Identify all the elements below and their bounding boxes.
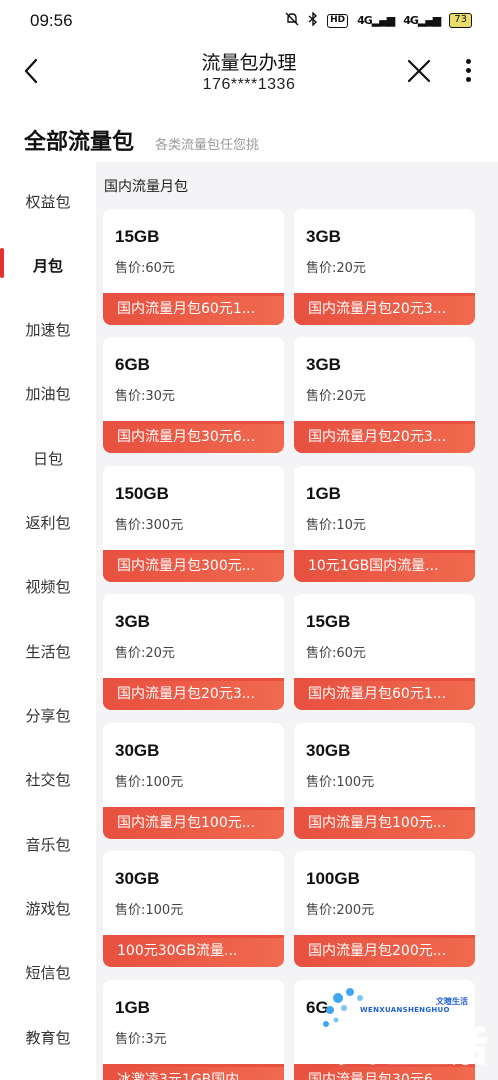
package-price: 售价:200元 bbox=[306, 903, 375, 918]
sidebar-item-education[interactable]: 教育包 bbox=[0, 1018, 96, 1058]
sidebar-item-social[interactable]: 社交包 bbox=[0, 760, 96, 800]
network-label-2: 4G bbox=[403, 14, 419, 27]
package-card[interactable]: 3GB 售价:20元 国内流量月包20元3... bbox=[294, 209, 475, 325]
package-name-banner: 国内流量月包30元6... bbox=[103, 421, 284, 453]
more-vertical-icon bbox=[458, 59, 478, 82]
status-icons: HD 4G▂▄▆ 4G▂▄▆ 73 bbox=[285, 11, 472, 29]
signal-icon-1: 4G▂▄▆ bbox=[357, 14, 395, 27]
package-price: 售价:20元 bbox=[306, 389, 366, 404]
package-size: 100GB bbox=[306, 869, 360, 888]
sidebar-item-daily[interactable]: 日包 bbox=[0, 439, 96, 479]
sidebar-item-rebate[interactable]: 返利包 bbox=[0, 503, 96, 543]
close-icon bbox=[407, 59, 431, 83]
sidebar-item-rights[interactable]: 权益包 bbox=[0, 182, 96, 222]
category-title: 国内流量月包 bbox=[104, 179, 188, 195]
sidebar-item-monthly[interactable]: 月包 bbox=[0, 246, 96, 286]
package-price: 售价:3元 bbox=[115, 1032, 167, 1047]
section-header: 全部流量包 各类流量包任您挑 bbox=[0, 104, 498, 162]
battery-icon: 73 bbox=[449, 13, 472, 28]
package-price: 售价:20元 bbox=[115, 646, 175, 661]
package-price: 售价:60元 bbox=[115, 261, 175, 276]
sidebar-item-music[interactable]: 音乐包 bbox=[0, 825, 96, 865]
package-name-banner: 100元30GB流量... bbox=[103, 935, 284, 967]
package-card[interactable]: 150GB 售价:300元 国内流量月包300元... bbox=[103, 466, 284, 582]
bluetooth-icon bbox=[308, 11, 318, 29]
package-size: 30GB bbox=[306, 741, 351, 760]
status-time: 09:56 bbox=[30, 11, 73, 30]
hd-badge: HD bbox=[327, 13, 349, 28]
package-card[interactable]: 15GB 售价:60元 国内流量月包60元1... bbox=[294, 594, 475, 710]
package-list: 国内流量月包 15GB 售价:60元 国内流量月包60元1... 3GB 售价:… bbox=[96, 162, 498, 1080]
package-card[interactable]: 15GB 售价:60元 国内流量月包60元1... bbox=[103, 209, 284, 325]
section-subtitle: 各类流量包任您挑 bbox=[155, 138, 260, 153]
package-size: 1GB bbox=[115, 998, 150, 1017]
package-card[interactable]: 1GB 售价:3元 冰激凌3元1GB国内... bbox=[103, 980, 284, 1080]
package-name-banner: 国内流量月包100元... bbox=[294, 807, 475, 839]
package-size: 3GB bbox=[306, 355, 341, 374]
package-card[interactable]: 6GB 售价:30元 国内流量月包30元6... bbox=[103, 337, 284, 453]
more-button[interactable] bbox=[458, 56, 478, 88]
mute-icon bbox=[285, 12, 299, 29]
sidebar-item-refuel[interactable]: 加油包 bbox=[0, 374, 96, 414]
watermark-logo: 文暄生活 WENXUANSHENGHUO 文暄生活 bbox=[318, 980, 498, 1080]
network-label-1: 4G bbox=[357, 14, 373, 27]
sidebar-item-sms[interactable]: 短信包 bbox=[0, 953, 96, 993]
package-name-banner: 国内流量月包200元... bbox=[294, 935, 475, 967]
watermark-text: 文暄生活 bbox=[337, 1024, 488, 1070]
package-name-banner: 国内流量月包300元... bbox=[103, 550, 284, 582]
package-name-banner: 国内流量月包100元... bbox=[103, 807, 284, 839]
package-size: 3GB bbox=[306, 227, 341, 246]
package-card[interactable]: 30GB 售价:100元 国内流量月包100元... bbox=[294, 723, 475, 839]
package-price: 售价:100元 bbox=[306, 775, 375, 790]
header: 流量包办理 176****1336 bbox=[0, 40, 498, 104]
package-card[interactable]: 3GB 售价:20元 国内流量月包20元3... bbox=[294, 337, 475, 453]
sidebar-item-video[interactable]: 视频包 bbox=[0, 567, 96, 607]
package-card[interactable]: 1GB 售价:10元 10元1GB国内流量... bbox=[294, 466, 475, 582]
package-size: 15GB bbox=[306, 612, 351, 631]
package-card[interactable]: 30GB 售价:100元 100元30GB流量... bbox=[103, 851, 284, 967]
sidebar-item-life[interactable]: 生活包 bbox=[0, 632, 96, 672]
package-price: 售价:20元 bbox=[306, 261, 366, 276]
package-name-banner: 冰激凌3元1GB国内... bbox=[103, 1064, 284, 1080]
package-name-banner: 国内流量月包20元3... bbox=[103, 678, 284, 710]
package-size: 1GB bbox=[306, 484, 341, 503]
package-price: 售价:100元 bbox=[115, 775, 184, 790]
package-price: 售价:300元 bbox=[115, 518, 184, 533]
package-name-banner: 国内流量月包20元3... bbox=[294, 421, 475, 453]
package-name-banner: 国内流量月包60元1... bbox=[103, 293, 284, 325]
section-title: 全部流量包 bbox=[24, 130, 135, 155]
package-price: 售价:60元 bbox=[306, 646, 366, 661]
package-size: 150GB bbox=[115, 484, 169, 503]
signal-icon-2: 4G▂▄▆ bbox=[403, 14, 441, 27]
package-size: 30GB bbox=[115, 869, 160, 888]
watermark-sub: WENXUANSHENGHUO bbox=[360, 1006, 450, 1014]
package-name-banner: 国内流量月包60元1... bbox=[294, 678, 475, 710]
sidebar-item-game[interactable]: 游戏包 bbox=[0, 889, 96, 929]
close-button[interactable] bbox=[404, 56, 434, 86]
status-bar: 09:56 HD 4G▂▄▆ 4G▂▄▆ 73 bbox=[0, 0, 498, 40]
package-size: 6GB bbox=[115, 355, 150, 374]
package-name-banner: 国内流量月包20元3... bbox=[294, 293, 475, 325]
package-size: 3GB bbox=[115, 612, 150, 631]
sidebar: 权益包 月包 加速包 加油包 日包 返利包 视频包 生活包 分享包 社交包 音乐… bbox=[0, 162, 96, 1080]
package-price: 售价:30元 bbox=[115, 389, 175, 404]
package-size: 30GB bbox=[115, 741, 160, 760]
sidebar-item-speedup[interactable]: 加速包 bbox=[0, 310, 96, 350]
sidebar-item-share[interactable]: 分享包 bbox=[0, 696, 96, 736]
package-size: 15GB bbox=[115, 227, 160, 246]
package-name-banner: 10元1GB国内流量... bbox=[294, 550, 475, 582]
package-card[interactable]: 3GB 售价:20元 国内流量月包20元3... bbox=[103, 594, 284, 710]
package-price: 售价:10元 bbox=[306, 518, 366, 533]
package-price: 售价:100元 bbox=[115, 903, 184, 918]
package-card[interactable]: 100GB 售价:200元 国内流量月包200元... bbox=[294, 851, 475, 967]
package-card[interactable]: 30GB 售价:100元 国内流量月包100元... bbox=[103, 723, 284, 839]
